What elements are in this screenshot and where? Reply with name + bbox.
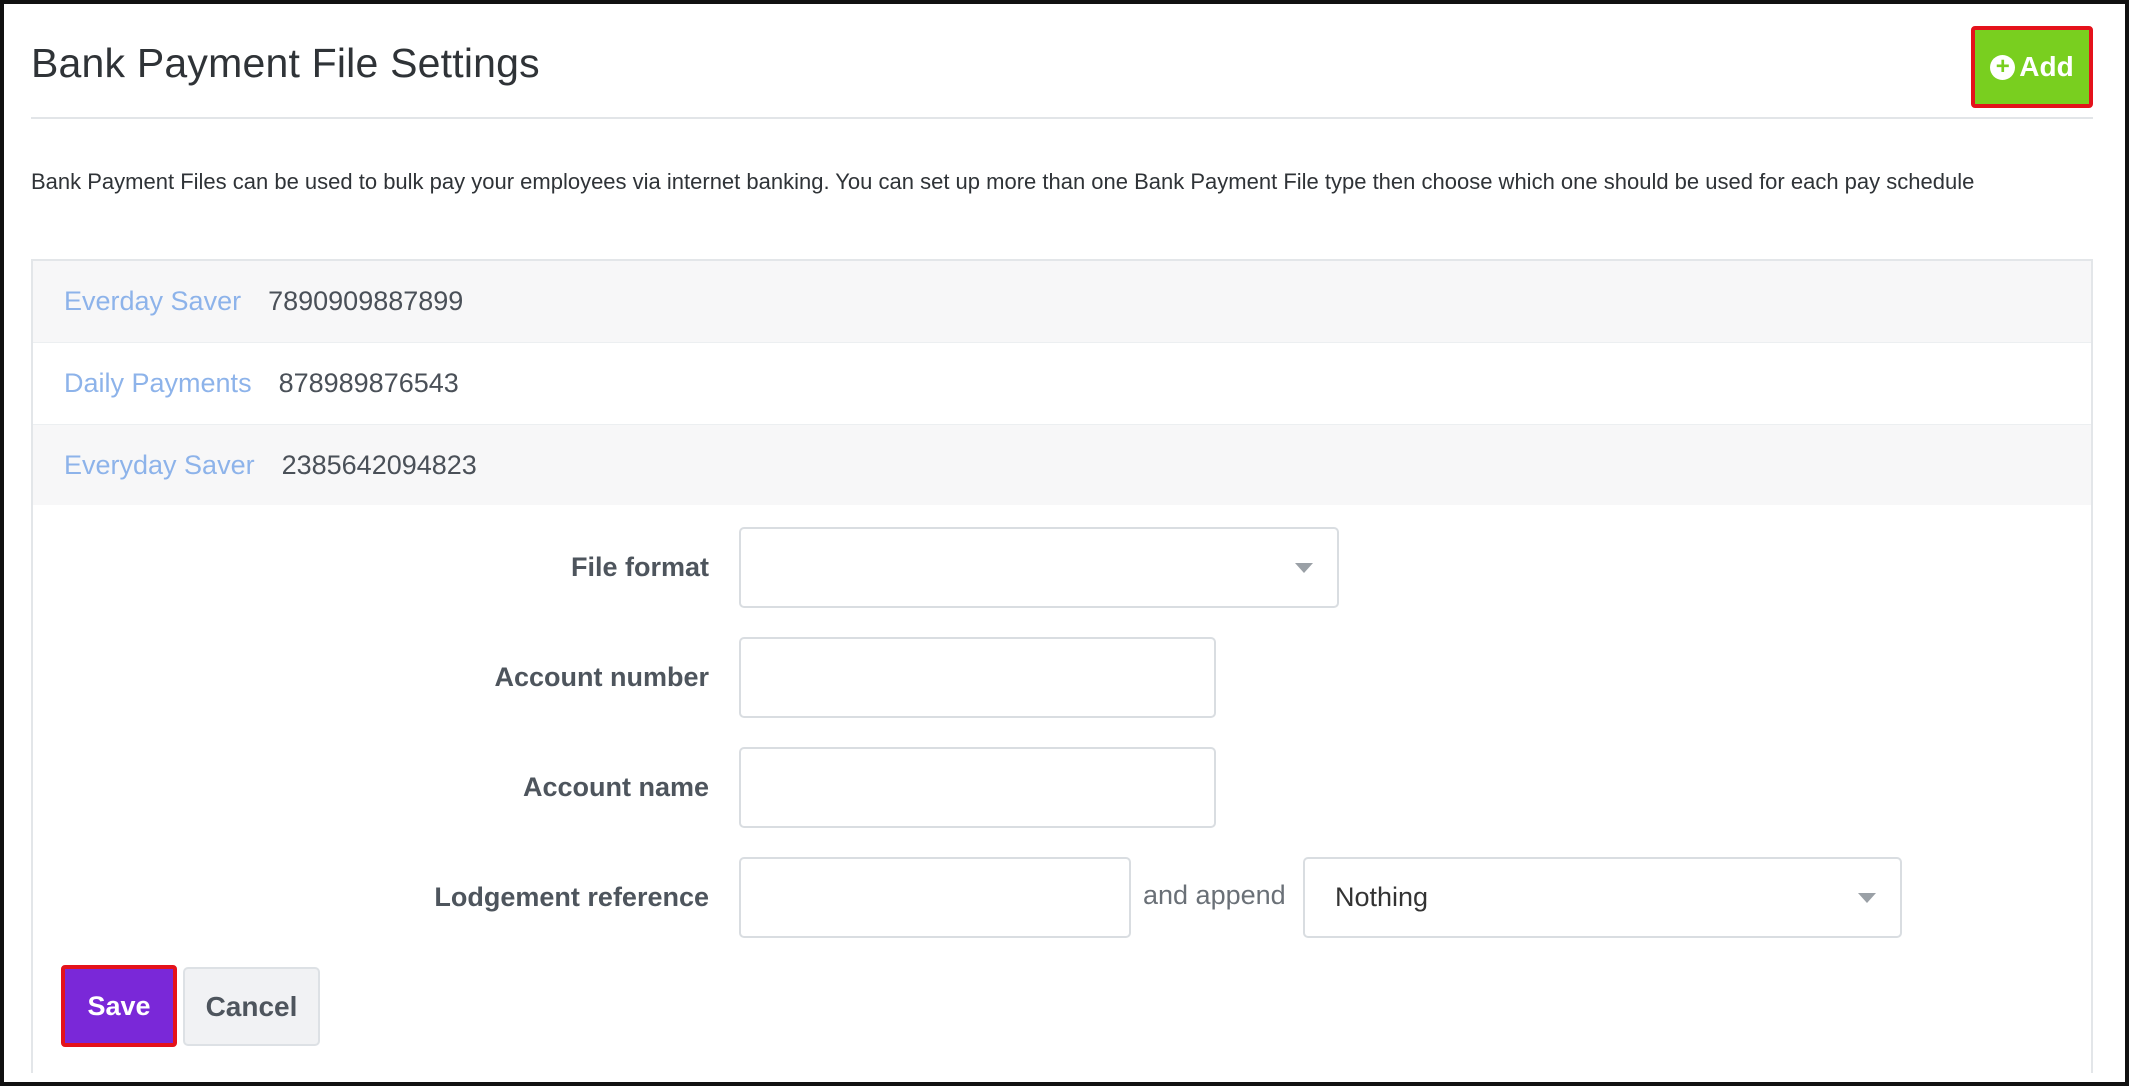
account-number-field[interactable] bbox=[739, 637, 1216, 718]
chevron-down-icon bbox=[1858, 892, 1876, 903]
list-item[interactable]: Everday Saver 7890909887899 bbox=[33, 261, 2091, 343]
save-button[interactable]: Save bbox=[61, 965, 177, 1047]
page-description: Bank Payment Files can be used to bulk p… bbox=[31, 169, 1975, 194]
lodgement-reference-label: Lodgement reference bbox=[434, 882, 709, 912]
account-number: 878989876543 bbox=[278, 368, 459, 398]
file-format-select[interactable] bbox=[739, 527, 1339, 608]
append-select[interactable]: Nothing bbox=[1303, 857, 1902, 938]
append-select-value: Nothing bbox=[1335, 882, 1429, 912]
file-format-label-wrap: File format bbox=[0, 552, 709, 588]
account-number-label-wrap: Account number bbox=[0, 662, 709, 698]
file-format-label: File format bbox=[570, 552, 709, 582]
account-name-link[interactable]: Everyday Saver bbox=[64, 450, 255, 481]
plus-circle-icon: + bbox=[1990, 54, 2016, 80]
add-button[interactable]: + Add bbox=[1971, 26, 2093, 108]
add-button-label: Add bbox=[2019, 51, 2074, 82]
account-number-label: Account number bbox=[494, 662, 709, 692]
list-item[interactable]: Daily Payments 878989876543 bbox=[33, 343, 2091, 425]
bank-account-list: Everday Saver 7890909887899 Daily Paymen… bbox=[31, 259, 2093, 507]
account-name-link[interactable]: Daily Payments bbox=[64, 368, 252, 399]
account-name-label-wrap: Account name bbox=[0, 772, 709, 808]
cancel-button[interactable]: Cancel bbox=[183, 967, 320, 1046]
title-divider bbox=[31, 117, 2093, 119]
lodgement-reference-label-wrap: Lodgement reference bbox=[0, 882, 709, 918]
list-item[interactable]: Everyday Saver 2385642094823 bbox=[33, 425, 2091, 507]
account-number: 7890909887899 bbox=[268, 286, 464, 316]
chevron-down-icon bbox=[1295, 562, 1313, 573]
account-name-label: Account name bbox=[522, 772, 709, 802]
account-name-field[interactable] bbox=[739, 747, 1216, 828]
account-name-link[interactable]: Everday Saver bbox=[64, 286, 241, 317]
and-append-text: and append bbox=[1143, 880, 1286, 910]
page-title: Bank Payment File Settings bbox=[31, 40, 540, 86]
lodgement-reference-field[interactable] bbox=[739, 857, 1131, 938]
account-number: 2385642094823 bbox=[281, 450, 477, 480]
